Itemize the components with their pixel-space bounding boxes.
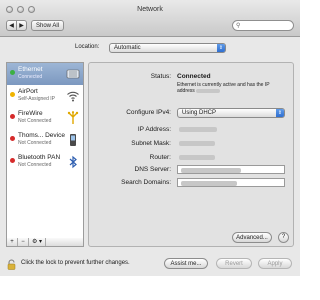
redacted-ip: [196, 88, 221, 93]
ip-address-label: IP Address:: [137, 126, 171, 133]
dns-server-label: DNS Server:: [134, 166, 171, 173]
lock-icon[interactable]: [7, 259, 16, 272]
service-item-ethernet[interactable]: Ethernet Connected: [7, 63, 83, 85]
apply-button[interactable]: Apply: [258, 258, 292, 269]
service-item-firewire[interactable]: FireWire Not Connected: [7, 107, 83, 129]
status-dot-red: [10, 114, 15, 119]
remove-service-button[interactable]: −: [18, 238, 29, 246]
search-domains-field[interactable]: [177, 178, 285, 187]
status-description: Ethernet is currently active and has the…: [177, 82, 287, 94]
subnet-mask-value: [179, 141, 215, 148]
chevron-right-icon: ▶: [19, 23, 24, 29]
firewire-icon: [66, 111, 80, 125]
configure-ipv4-popup[interactable]: Using DHCP ⇕: [177, 108, 285, 118]
background-below-window: [0, 276, 300, 300]
detail-panel: Status: Connected Ethernet is currently …: [88, 62, 294, 247]
help-button[interactable]: ?: [278, 232, 289, 243]
status-dot-red: [10, 158, 15, 163]
chevron-down-icon: ⇕: [217, 44, 225, 52]
status-dot-green: [10, 70, 15, 75]
subnet-mask-label: Subnet Mask:: [131, 140, 171, 147]
search-domains-label: Search Domains:: [121, 179, 171, 186]
service-item-phone-device[interactable]: Thoms... Device Not Connected: [7, 129, 83, 151]
status-description-text: Ethernet is currently active and has the…: [177, 82, 270, 94]
chevron-left-icon: ◀: [9, 23, 14, 29]
configure-ipv4-label: Configure IPv4:: [126, 109, 171, 116]
add-service-button[interactable]: +: [7, 238, 18, 246]
status-dot-yellow: [10, 92, 15, 97]
action-menu-button[interactable]: ⚙ ▾: [29, 238, 46, 246]
configure-ipv4-value: Using DHCP: [182, 110, 217, 116]
assist-me-button[interactable]: Assist me...: [164, 258, 208, 269]
router-label: Router:: [149, 154, 171, 161]
status-value: Connected: [177, 73, 211, 80]
location-popup[interactable]: Automatic ⇕: [109, 43, 226, 53]
ip-address-value: [179, 127, 217, 134]
phone-icon: [66, 133, 80, 147]
location-value: Automatic: [114, 45, 141, 51]
search-input[interactable]: ⚲: [232, 20, 294, 31]
wifi-icon: [66, 89, 80, 103]
location-label: Location:: [75, 44, 100, 50]
service-item-bluetooth[interactable]: Bluetooth PAN Not Connected: [7, 151, 83, 173]
revert-button[interactable]: Revert: [216, 258, 252, 269]
service-item-airport[interactable]: AirPort Self-Assigned IP: [7, 85, 83, 107]
window-title: Network: [137, 6, 163, 13]
title-bar: Network ◀ ▶ Show All ⚲: [0, 0, 300, 37]
network-preferences-window: Network ◀ ▶ Show All ⚲ Location: Automat…: [0, 0, 300, 300]
lock-instruction: Click the lock to prevent further change…: [21, 260, 130, 266]
footer-bar: Click the lock to prevent further change…: [0, 255, 300, 272]
status-dot-red: [10, 136, 15, 141]
bluetooth-icon: [66, 155, 80, 169]
ethernet-icon: [66, 67, 80, 81]
status-label: Status:: [150, 73, 171, 80]
service-list-toolbar: + − ⚙ ▾: [6, 238, 84, 247]
search-icon: ⚲: [236, 23, 241, 29]
forward-button[interactable]: ▶: [16, 20, 27, 31]
service-list: Ethernet Connected AirPort Self-Assigned…: [6, 62, 84, 242]
advanced-button[interactable]: Advanced...: [232, 232, 272, 243]
dns-server-field[interactable]: [177, 165, 285, 174]
show-all-button[interactable]: Show All: [31, 20, 64, 31]
chevron-down-icon: ⇕: [276, 109, 284, 117]
router-value: [179, 155, 215, 162]
